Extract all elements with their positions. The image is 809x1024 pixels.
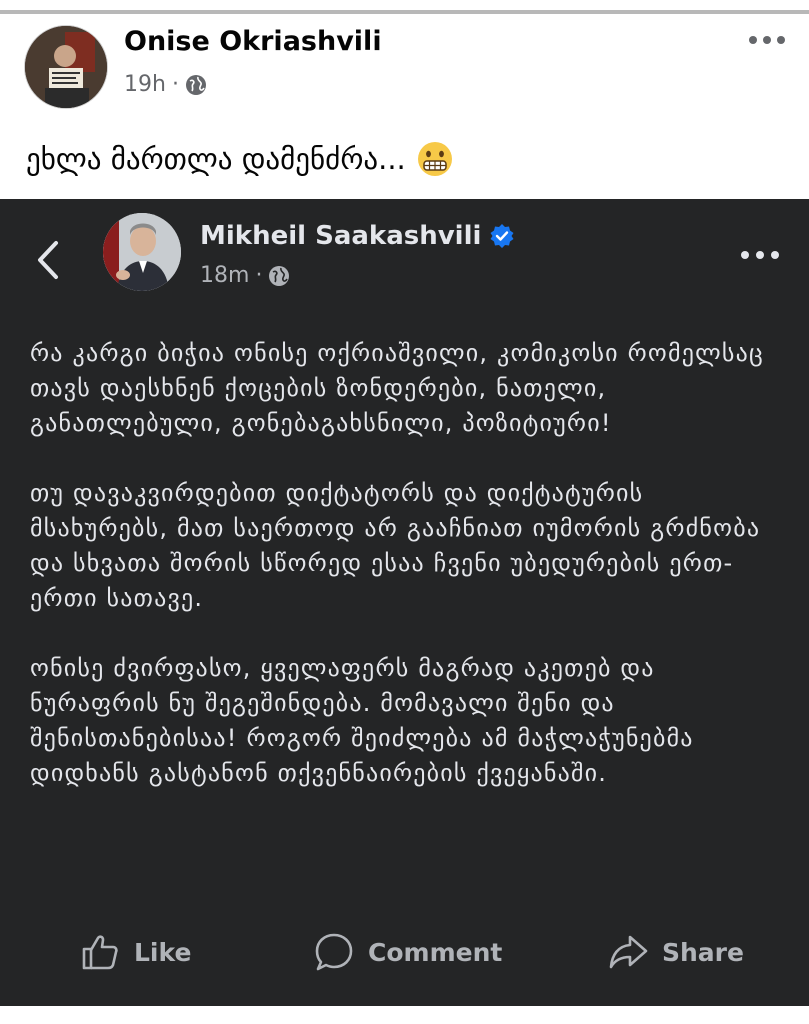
shared-post-body: რა კარგი ბიჭია ონისე ოქრიაშვილი, კომიკოს…: [30, 336, 785, 826]
top-divider: [0, 10, 809, 14]
comment-bubble-icon: [315, 933, 353, 971]
post-caption: ეხლა მართლა დამენძრა...: [26, 140, 454, 178]
thumbs-up-icon: [82, 935, 118, 970]
shared-post-meta: 18m ·: [200, 263, 290, 288]
share-label: Share: [662, 937, 744, 967]
shared-meta-separator: ·: [255, 263, 263, 288]
shared-author-name-text[interactable]: Mikheil Saakashvili: [200, 221, 481, 251]
body-paragraph: თუ დავაკვირდებით დიქტატორს და დიქტატურის…: [30, 479, 761, 612]
comment-button[interactable]: Comment: [314, 927, 502, 977]
like-button[interactable]: Like: [80, 927, 191, 977]
bottom-strip: [0, 1006, 809, 1024]
share-arrow-icon: [609, 935, 648, 969]
back-chevron-icon[interactable]: [34, 239, 62, 281]
shared-post-time[interactable]: 18m: [200, 263, 249, 288]
more-options-icon[interactable]: [739, 247, 781, 263]
globe-icon: [269, 265, 290, 286]
shared-screenshot[interactable]: Mikheil Saakashvili 18m · რა კარგი ბიჭია…: [0, 199, 809, 1006]
comment-label: Comment: [368, 937, 503, 967]
more-options-icon[interactable]: [747, 30, 787, 50]
grimacing-face-emoji: [417, 142, 452, 176]
like-label: Like: [134, 937, 192, 967]
meta-separator: ·: [171, 72, 179, 97]
verified-badge-icon: [490, 224, 514, 248]
post-time[interactable]: 19h: [124, 72, 166, 97]
shared-author-avatar[interactable]: [103, 213, 181, 291]
shared-author-name[interactable]: Mikheil Saakashvili: [200, 221, 515, 251]
globe-icon: [185, 74, 206, 95]
author-avatar[interactable]: [24, 25, 108, 109]
author-name[interactable]: Onise Okriashvili: [124, 26, 382, 57]
body-paragraph: ონისე ძვირფასო, ყველაფერს მაგრად აკეთებ …: [30, 654, 694, 787]
share-button[interactable]: Share: [608, 927, 744, 977]
post-meta: 19h ·: [124, 72, 207, 97]
body-paragraph: რა კარგი ბიჭია ონისე ოქრიაშვილი, კომიკოს…: [30, 339, 764, 437]
caption-text: ეხლა მართლა დამენძრა...: [26, 142, 406, 176]
action-bar: Like Comment Share: [0, 927, 809, 977]
